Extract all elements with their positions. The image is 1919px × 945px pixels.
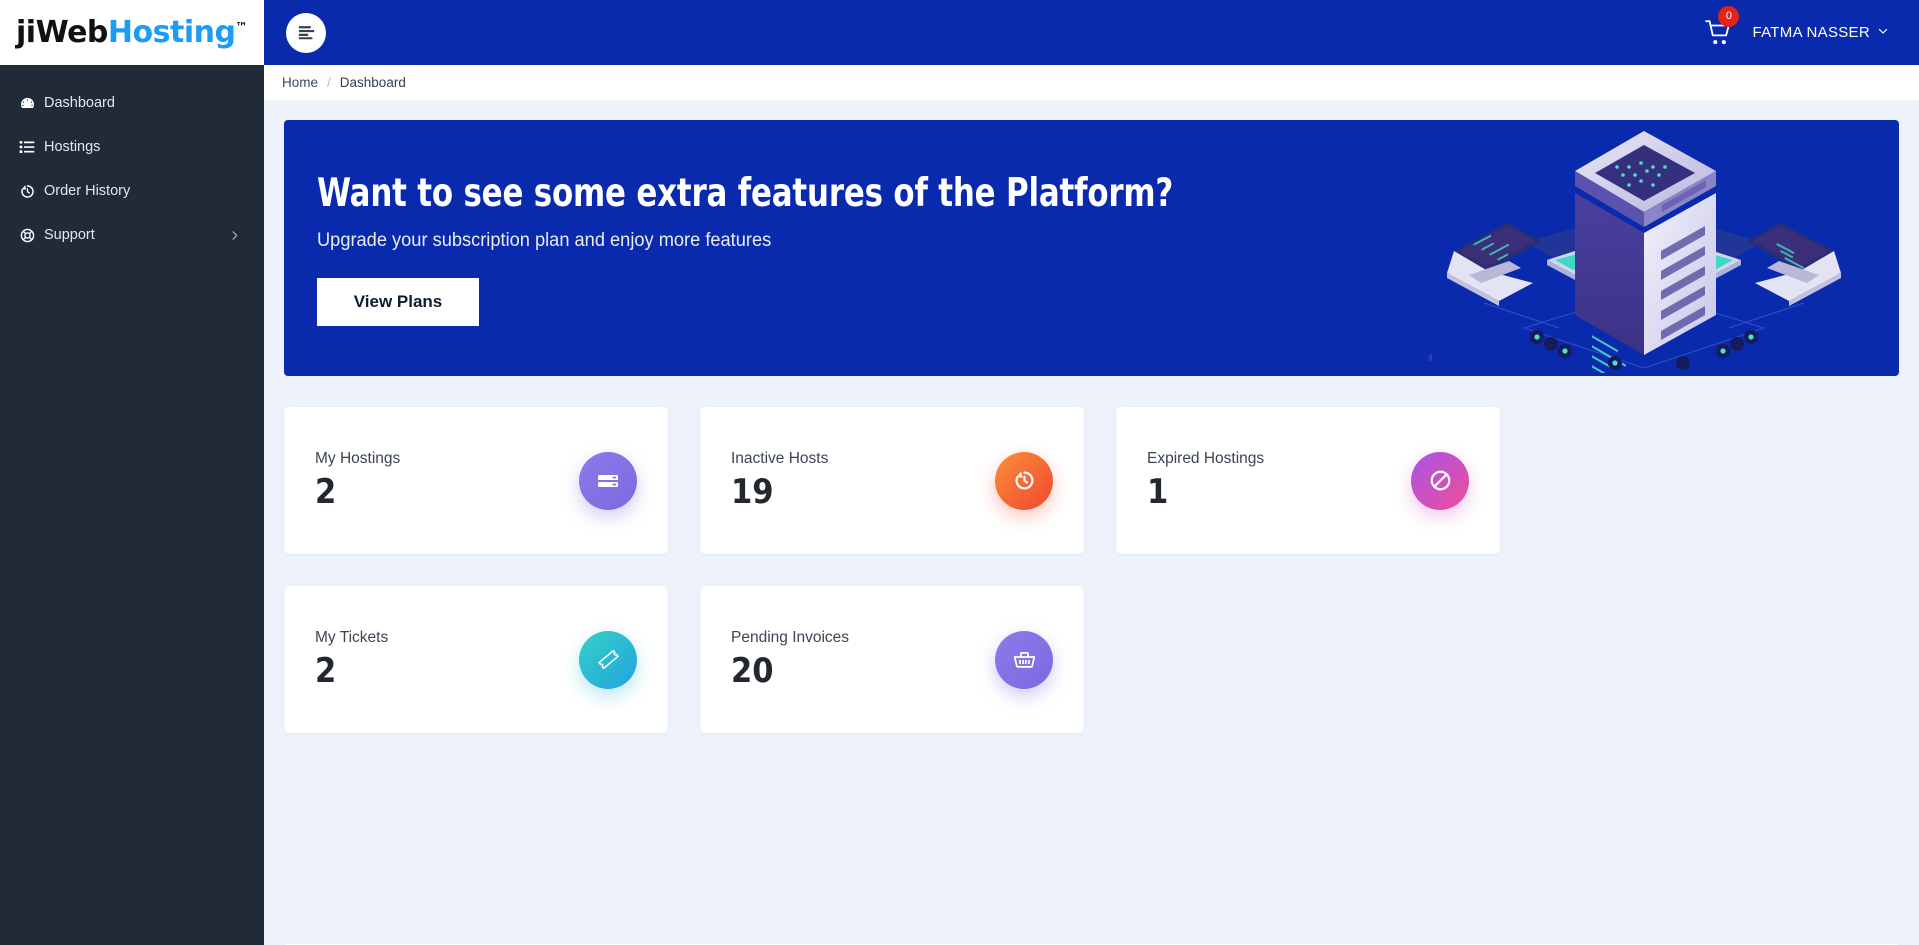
stat-card-text: Inactive Hosts 19 (731, 450, 828, 511)
sidebar-item-hostings[interactable]: Hostings (0, 125, 264, 169)
sidebar-item-label: Order History (44, 183, 131, 199)
shopping-cart-icon[interactable]: 0 (1704, 5, 1740, 47)
topbar: 0 FATMA NASSER (264, 0, 1919, 65)
dashboard-icon (10, 95, 44, 112)
stat-card-my-tickets[interactable]: My Tickets 2 (284, 586, 668, 733)
promo-banner-text: Want to see some extra features of the P… (284, 171, 1290, 326)
stat-card-label: Inactive Hosts (731, 449, 829, 467)
brand-header: jiWebHosting™ (0, 0, 264, 65)
sidebar-nav: Dashboard Hostings Order History Support (0, 65, 264, 257)
brand-logo[interactable]: jiWebHosting™ (16, 15, 247, 50)
stat-card-value: 20 (731, 650, 774, 691)
user-menu[interactable]: FATMA NASSER (1752, 24, 1889, 41)
lifebuoy-icon (10, 227, 44, 244)
chevron-right-icon (229, 230, 240, 241)
list-icon (10, 139, 44, 155)
stat-card-value: 2 (315, 650, 337, 691)
card-grid-spacer (700, 765, 1084, 912)
stat-card-value: 19 (731, 471, 774, 512)
stat-card-text: My Hostings 2 (315, 450, 400, 511)
basket-icon (995, 630, 1053, 689)
stat-card-label: Pending Invoices (731, 628, 850, 646)
card-grid-spacer (1116, 586, 1500, 733)
ban-icon (1411, 451, 1469, 510)
sidebar-item-label: Support (44, 227, 95, 243)
stat-card-pending-invoices[interactable]: Pending Invoices 20 (700, 586, 1084, 733)
stat-card-text: Pending Invoices 20 (731, 629, 849, 690)
ticket-icon (579, 630, 637, 689)
stat-card-my-hostings[interactable]: My Hostings 2 (284, 407, 668, 554)
brand-logo-part2: Hosting (107, 15, 236, 50)
stat-cards: My Hostings 2 Inactive Hosts 19 Expired … (284, 407, 1899, 912)
chevron-down-icon (1877, 24, 1889, 41)
breadcrumb-home[interactable]: Home (282, 75, 318, 90)
sidebar-item-support[interactable]: Support (0, 213, 264, 257)
sidebar-item-dashboard[interactable]: Dashboard (0, 81, 264, 125)
server-rack-icon (579, 451, 637, 510)
promo-banner: Want to see some extra features of the P… (284, 120, 1899, 376)
brand-logo-tm: ™ (235, 20, 247, 34)
sidebar-item-order-history[interactable]: Order History (0, 169, 264, 213)
cart-count-badge: 0 (1718, 5, 1740, 27)
stat-card-text: My Tickets 2 (315, 629, 388, 690)
brand-logo-part1: jiWeb (16, 15, 108, 50)
isometric-server-illustration (1409, 120, 1879, 376)
topbar-right: 0 FATMA NASSER (1704, 5, 1889, 47)
sidebar-item-label: Hostings (44, 139, 101, 155)
breadcrumb: Home / Dashboard (264, 65, 1919, 101)
stat-card-expired-hostings[interactable]: Expired Hostings 1 (1116, 407, 1500, 554)
stat-card-value: 2 (315, 471, 337, 512)
user-name-label: FATMA NASSER (1752, 24, 1870, 41)
breadcrumb-current: Dashboard (339, 75, 406, 90)
view-plans-button[interactable]: View Plans (317, 277, 479, 326)
stat-card-label: My Hostings (315, 449, 401, 467)
main-area: 0 FATMA NASSER Home / Dashboard Want to … (264, 0, 1919, 945)
promo-subtitle: Upgrade your subscription plan and enjoy… (317, 229, 772, 251)
stat-card-text: Expired Hostings 1 (1147, 450, 1264, 511)
content-area: Want to see some extra features of the P… (264, 101, 1919, 945)
sidebar: jiWebHosting™ Dashboard Hostings Order H… (0, 0, 264, 945)
history-icon (10, 183, 44, 200)
promo-title: Want to see some extra features of the P… (317, 170, 1174, 216)
stat-card-label: Expired Hostings (1147, 449, 1265, 467)
card-grid-spacer (284, 765, 668, 912)
stat-card-label: My Tickets (315, 628, 389, 646)
sidebar-item-label: Dashboard (44, 95, 115, 111)
breadcrumb-separator: / (327, 75, 331, 90)
app-root: jiWebHosting™ Dashboard Hostings Order H… (0, 0, 1919, 945)
stat-card-value: 1 (1147, 471, 1169, 512)
stat-card-inactive-hosts[interactable]: Inactive Hosts 19 (700, 407, 1084, 554)
hamburger-icon[interactable] (286, 12, 326, 53)
history-icon (995, 451, 1053, 510)
